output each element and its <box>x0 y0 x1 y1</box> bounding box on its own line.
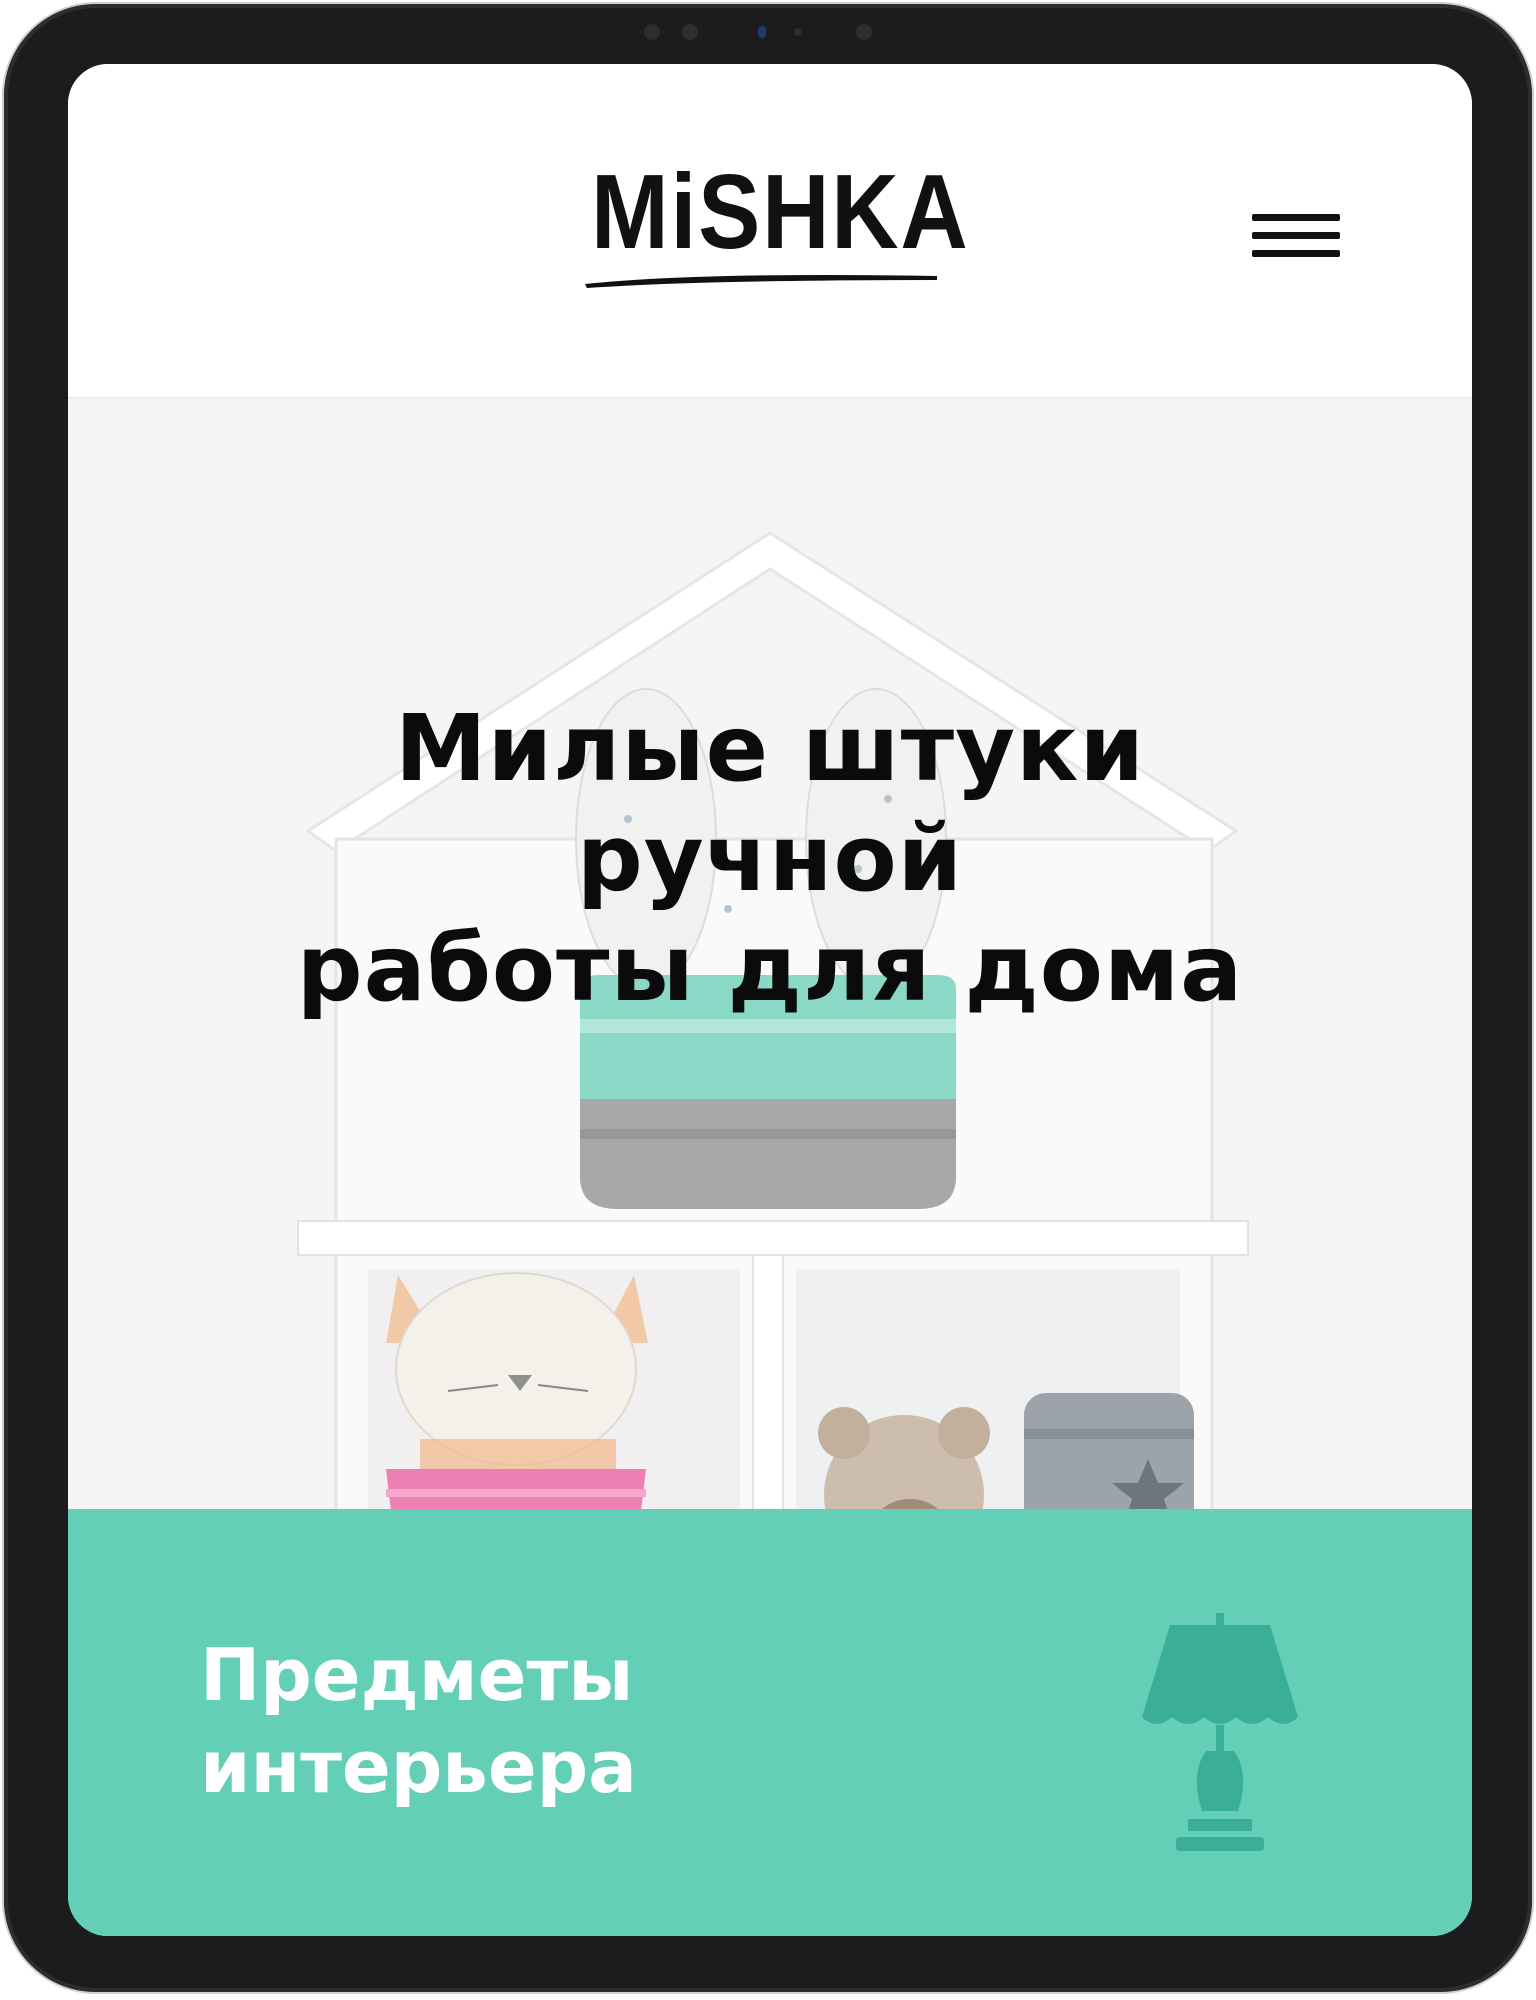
logo: MiSHKA <box>591 153 970 271</box>
sensor-dot <box>682 24 698 40</box>
catalog-title: Предметы интерьера <box>200 1633 637 1809</box>
tablet-device-frame: MiSHKA Милые штуки ручной работы для дом… <box>0 0 1536 2000</box>
catalog-interior-link[interactable]: Предметы интерьера <box>68 1509 1472 1936</box>
sensor-dot <box>794 28 802 36</box>
hero-section: Милые штуки ручной работы для дома <box>68 399 1472 1571</box>
tablet-screen: MiSHKA Милые штуки ручной работы для дом… <box>68 64 1472 1936</box>
logo-link[interactable]: MiSHKA <box>567 152 970 292</box>
sensor-dot <box>644 24 660 40</box>
hamburger-menu-icon[interactable] <box>1248 204 1344 268</box>
logo-underline <box>585 275 937 288</box>
menu-bar <box>1252 214 1340 221</box>
lamp-icon <box>1142 1613 1298 1851</box>
menu-bar <box>1252 232 1340 239</box>
hero-title: Милые штуки ручной работы для дома <box>296 695 1244 1022</box>
camera-lens <box>758 26 766 38</box>
tablet-bezel: MiSHKA Милые штуки ручной работы для дом… <box>4 4 1532 1992</box>
front-camera <box>644 24 894 40</box>
menu-bar <box>1252 250 1340 257</box>
sensor-dot <box>856 24 872 40</box>
site-header: MiSHKA <box>68 64 1472 399</box>
